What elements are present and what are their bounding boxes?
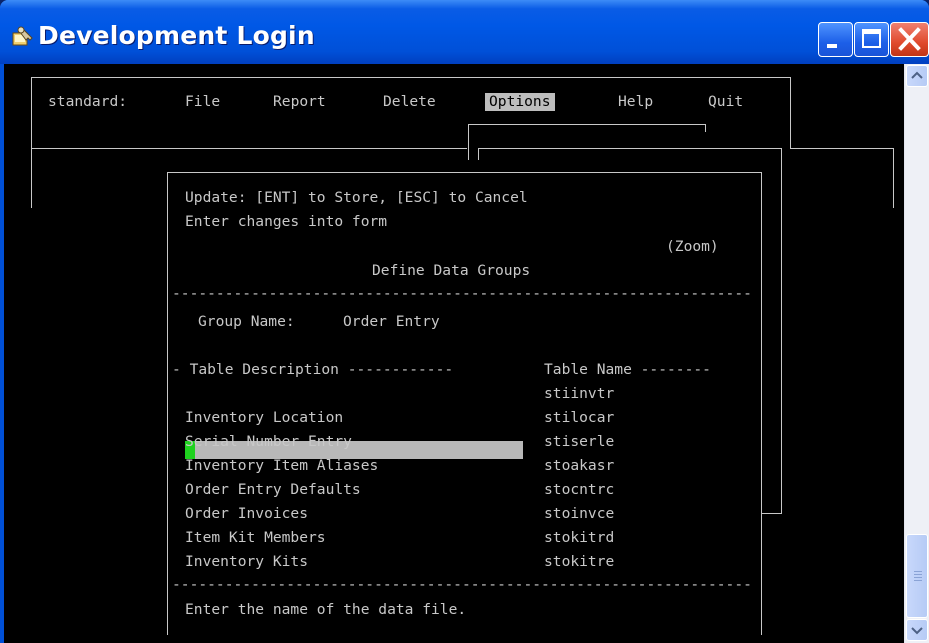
dialog-separator-top: ----------------------------------------… <box>172 285 752 302</box>
thumb-grip-line <box>914 577 922 578</box>
dialog-instruction-store: Update: [ENT] to Store, [ESC] to Cancel <box>185 189 528 206</box>
menu-item-quit[interactable]: Quit <box>708 93 743 111</box>
table-name-cell[interactable]: stilocar <box>544 409 614 427</box>
table-description-cell[interactable]: Inventory Kits <box>185 553 308 571</box>
table-name-cell[interactable]: stiserle <box>544 433 614 451</box>
dialog-border-right <box>761 172 762 635</box>
menu-item-delete[interactable]: Delete <box>383 93 436 111</box>
menu-item-help[interactable]: Help <box>618 93 653 111</box>
menu-item-options[interactable]: Options <box>485 93 555 111</box>
submenu-box-left <box>478 148 479 160</box>
menu-box-top <box>31 77 791 78</box>
screen-frame-top-left <box>31 148 467 149</box>
terminal-screen[interactable]: standard: File Report Delete Options Hel… <box>4 64 904 643</box>
screen-frame-left <box>31 148 32 208</box>
close-icon <box>898 27 921 51</box>
submenu-top-line <box>468 124 705 125</box>
menu-box-left <box>31 77 32 149</box>
minimize-button[interactable] <box>818 22 853 57</box>
submenu-left-line <box>468 124 469 160</box>
table-name-cell[interactable]: stoakasr <box>544 457 614 475</box>
submenu-box-top <box>478 148 782 149</box>
table-description-cell[interactable]: Order Invoices <box>185 505 308 523</box>
scroll-down-icon <box>911 627 923 635</box>
dialog-border-left <box>167 172 168 635</box>
group-name-value[interactable]: Order Entry <box>343 313 440 331</box>
terminal-window: Development Login standard: File Report … <box>0 0 929 643</box>
dialog-instruction-changes: Enter changes into form <box>185 213 388 230</box>
table-description-cell[interactable]: Order Entry Defaults <box>185 481 361 499</box>
dialog-separator-bottom: ----------------------------------------… <box>172 576 752 593</box>
submenu-right-tick <box>705 124 706 132</box>
table-description-cell[interactable]: Inventory Location <box>185 409 343 427</box>
table-description-cell[interactable]: Inventory Item Aliases <box>185 457 378 475</box>
app-key-icon <box>12 26 33 46</box>
scroll-up-button[interactable] <box>906 65 928 87</box>
title-bar[interactable]: Development Login <box>0 0 929 64</box>
table-name-cell[interactable]: stokitrd <box>544 529 614 547</box>
close-button[interactable] <box>890 22 929 57</box>
table-name-cell[interactable]: stiinvtr <box>544 385 614 403</box>
menu-prefix: standard: <box>48 93 128 110</box>
submenu-box-right <box>781 148 782 514</box>
table-name-cell[interactable]: stocntrc <box>544 481 614 499</box>
screen-frame-right <box>893 148 894 208</box>
dialog-border-top <box>167 172 762 173</box>
table-description-cell[interactable]: Item Kit Members <box>185 529 326 547</box>
table-description-cell[interactable]: Serial Number Entry <box>185 433 352 451</box>
column-header-table-name: Table Name -------- <box>544 361 711 378</box>
column-header-description: - Table Description ------------ <box>172 361 454 378</box>
dialog-title: Define Data Groups <box>372 262 531 279</box>
scroll-down-button[interactable] <box>906 619 928 641</box>
dialog-mode: (Zoom) <box>666 238 719 255</box>
maximize-button[interactable] <box>854 22 889 57</box>
screen-frame-top-right <box>790 148 893 149</box>
table-name-cell[interactable]: stoinvce <box>544 505 614 523</box>
thumb-grip-line <box>914 571 922 572</box>
table-description-cell[interactable]: Inventory Items <box>185 385 317 403</box>
thumb-grip-line <box>914 580 922 581</box>
group-name-label: Group Name: <box>198 313 295 330</box>
window-title: Development Login <box>38 21 315 50</box>
maximize-icon <box>862 29 881 48</box>
submenu-box-bottom <box>761 513 782 514</box>
menu-box-right <box>790 77 791 149</box>
table-name-cell[interactable]: stokitre <box>544 553 614 571</box>
scroll-thumb[interactable] <box>906 534 928 618</box>
status-message: Enter the name of the data file. <box>185 601 467 618</box>
scroll-up-icon <box>911 71 923 79</box>
minimize-icon <box>827 44 837 48</box>
menu-item-file[interactable]: File <box>185 93 220 111</box>
menu-item-report[interactable]: Report <box>273 93 326 111</box>
vertical-scrollbar[interactable] <box>904 64 929 643</box>
thumb-grip-line <box>914 574 922 575</box>
